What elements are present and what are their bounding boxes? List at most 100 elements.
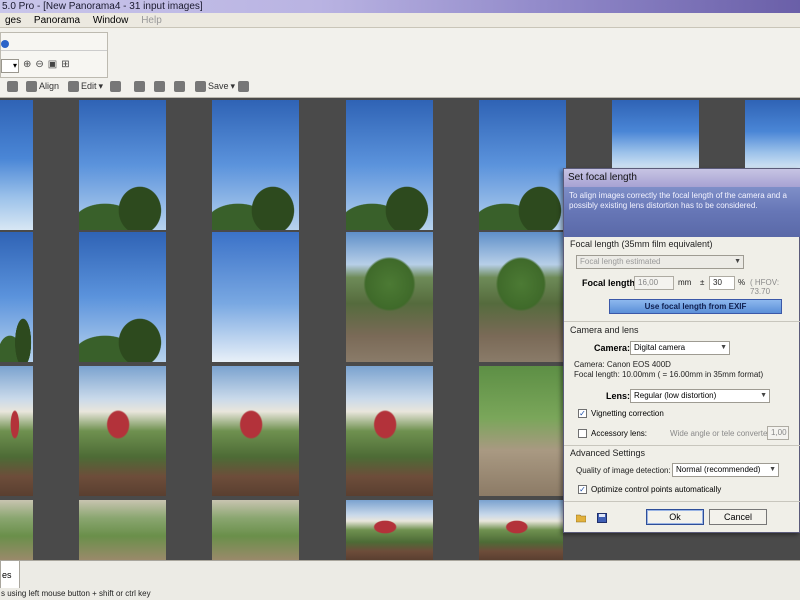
lens-value: Regular (low distortion)	[634, 391, 717, 400]
camera-value: Digital camera	[634, 343, 686, 352]
image-thumbnail[interactable]	[0, 100, 33, 230]
menu-item-window[interactable]: Window	[88, 13, 134, 28]
image-thumbnail[interactable]	[212, 500, 299, 560]
quality-select[interactable]: Normal (recommended) ▼	[672, 463, 779, 477]
toolbar: Align Edit ▾ Save ▾	[0, 76, 800, 96]
camera-select[interactable]: Digital camera ▼	[630, 341, 730, 355]
tolerance-input[interactable]: 30	[709, 276, 735, 290]
edit-dropdown-icon: ▾	[98, 81, 104, 91]
converter-label: Wide angle or tele converter	[670, 429, 771, 438]
save-button[interactable]: Save ▾	[195, 76, 235, 96]
focal-length-value: 16,00	[638, 278, 659, 287]
dialog-title: Set focal length	[564, 169, 800, 187]
chevron-down-icon: ▼	[769, 466, 776, 473]
status-text: s using left mouse button + shift or ctr…	[1, 589, 151, 598]
save-label: Save	[208, 81, 229, 91]
focal-mode-value: Focal length estimated	[580, 257, 661, 266]
stitch-tool[interactable]	[7, 76, 18, 96]
image-thumbnail[interactable]	[79, 232, 166, 362]
settings-button[interactable]	[238, 76, 249, 96]
optimize-checkbox[interactable]: ✓	[578, 485, 587, 494]
zoom-in-icon[interactable]: ⊕	[23, 59, 35, 70]
plus-minus: ±	[700, 278, 705, 287]
image-thumbnail[interactable]	[212, 232, 299, 362]
image-thumbnail[interactable]	[479, 366, 563, 496]
focal-mode-select[interactable]: Focal length estimated ▼	[576, 255, 744, 269]
edit-button[interactable]: Edit ▾	[68, 76, 103, 96]
hfov-text: ( HFOV: 73.70	[750, 278, 780, 296]
chevron-down-icon: ▼	[720, 344, 727, 351]
zoom-dropdown[interactable]: ▾	[1, 59, 19, 73]
tolerance-value: 30	[713, 278, 722, 287]
image-thumbnail[interactable]	[212, 366, 299, 496]
zoom-all-icon[interactable]: ⊞	[61, 59, 73, 70]
converter-input[interactable]: 1,00	[767, 426, 789, 440]
image-thumbnail[interactable]	[479, 100, 566, 230]
optimize-label: Optimize control points automatically	[591, 485, 722, 494]
accessory-label: Accessory lens:	[591, 429, 648, 438]
image-thumbnail[interactable]	[0, 232, 33, 362]
image-thumbnail[interactable]	[79, 366, 166, 496]
open-folder-icon[interactable]	[575, 513, 587, 523]
window-title-bar: 5.0 Pro - [New Panorama4 - 31 input imag…	[0, 0, 800, 13]
image-thumbnail[interactable]	[0, 366, 33, 496]
vignetting-checkbox[interactable]: ✓	[578, 409, 587, 418]
export-button[interactable]	[134, 76, 145, 96]
image-thumbnail[interactable]	[346, 366, 433, 496]
menu-item-images[interactable]: ges	[0, 13, 26, 28]
bottom-tab-strip: es	[0, 560, 800, 590]
dialog-body: Focal length (35mm film equivalent) Foca…	[564, 237, 800, 534]
accessory-checkbox[interactable]	[578, 429, 587, 438]
zoom-row: ▾ ⊕⊖▣⊞	[1, 59, 107, 75]
align-button[interactable]: Align	[26, 76, 59, 96]
image-thumbnail[interactable]	[479, 500, 563, 560]
tab-images[interactable]: es	[0, 561, 20, 589]
advanced-section-label: Advanced Settings	[570, 448, 646, 458]
refresh-button[interactable]	[174, 76, 185, 96]
lens-label: Lens:	[606, 391, 631, 401]
save-dropdown-icon: ▾	[230, 81, 236, 91]
layout-icon	[154, 80, 165, 92]
quality-label: Quality of image detection:	[576, 466, 671, 475]
help-circle-icon[interactable]	[1, 40, 9, 48]
image-thumbnail[interactable]	[79, 500, 166, 560]
ok-button[interactable]: Ok	[646, 509, 704, 525]
image-thumbnail[interactable]	[346, 232, 433, 362]
cancel-button[interactable]: Cancel	[709, 509, 767, 525]
image-thumbnail[interactable]	[612, 100, 699, 170]
save-disk-icon[interactable]	[597, 513, 607, 523]
status-bar: s using left mouse button + shift or ctr…	[0, 588, 800, 600]
divider	[564, 321, 800, 322]
camera-label: Camera:	[594, 343, 631, 353]
align-label: Align	[39, 81, 60, 91]
quality-value: Normal (recommended)	[676, 465, 761, 474]
edit-label: Edit	[81, 81, 97, 91]
menu-item-panorama[interactable]: Panorama	[29, 13, 85, 28]
menu-item-help[interactable]: Help	[136, 13, 167, 28]
image-thumbnail[interactable]	[745, 100, 800, 170]
chevron-down-icon: ▼	[734, 258, 741, 265]
stitch-icon	[7, 80, 18, 92]
image-thumbnail[interactable]	[212, 100, 299, 230]
window-title: 5.0 Pro - [New Panorama4 - 31 input imag…	[2, 1, 203, 12]
focal-length-label: Focal length:	[582, 278, 638, 288]
image-thumbnail[interactable]	[346, 100, 433, 230]
settings-icon	[238, 80, 249, 92]
crop-button[interactable]	[110, 76, 121, 96]
focal-length-input[interactable]: 16,00	[634, 276, 674, 290]
zoom-out-icon[interactable]: ⊖	[35, 59, 47, 70]
camera-section-label: Camera and lens	[570, 325, 639, 335]
save-icon	[195, 80, 206, 92]
zoom-fit-icon[interactable]: ▣	[48, 59, 61, 70]
navigator-row	[1, 37, 107, 51]
vignetting-label: Vignetting correction	[591, 409, 664, 418]
image-thumbnail[interactable]	[0, 500, 33, 560]
image-thumbnail[interactable]	[479, 232, 563, 362]
use-exif-button[interactable]: Use focal length from EXIF	[609, 299, 782, 314]
lens-select[interactable]: Regular (low distortion) ▼	[630, 389, 770, 403]
layout-button[interactable]	[154, 76, 165, 96]
focal-info: Focal length: 10.00mm ( = 16.00mm in 35m…	[574, 370, 764, 379]
align-icon	[26, 80, 37, 92]
image-thumbnail[interactable]	[346, 500, 433, 560]
image-thumbnail[interactable]	[79, 100, 166, 230]
